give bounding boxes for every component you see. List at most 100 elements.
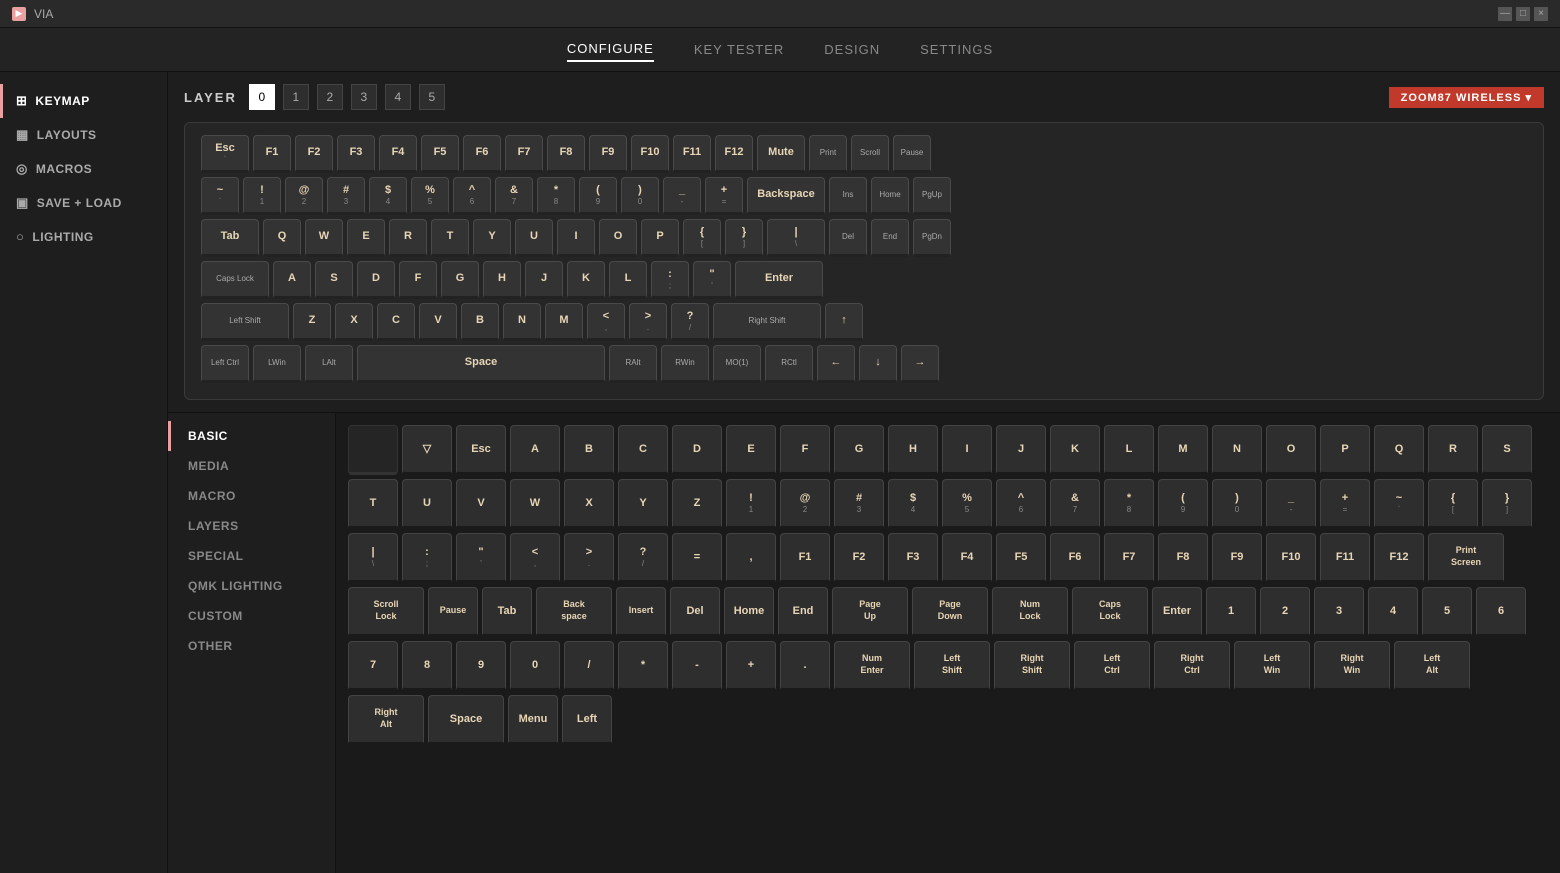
key-t[interactable]: T — [431, 219, 469, 257]
key-lwin[interactable]: LWin — [253, 345, 301, 383]
kc-end[interactable]: End — [778, 587, 828, 637]
kc-num-lock[interactable]: NumLock — [992, 587, 1068, 637]
key-mo1[interactable]: MO(1) — [713, 345, 761, 383]
key-rwin[interactable]: RWin — [661, 345, 709, 383]
key-e[interactable]: E — [347, 219, 385, 257]
kc-pause[interactable]: Pause — [428, 587, 478, 637]
kc-c[interactable]: C — [618, 425, 668, 475]
key-lalt[interactable]: LAlt — [305, 345, 353, 383]
key-f3[interactable]: F3 — [337, 135, 375, 173]
key-rbracket[interactable]: }] — [725, 219, 763, 257]
sidebar-item-keymap[interactable]: ⊞ KEYMAP — [0, 84, 167, 118]
kc-num-plus[interactable]: + — [726, 641, 776, 691]
kc-d[interactable]: D — [672, 425, 722, 475]
key-capslock[interactable]: Caps Lock — [201, 261, 269, 299]
kc-x[interactable]: X — [564, 479, 614, 529]
kc-q[interactable]: Q — [1374, 425, 1424, 475]
kc-caret[interactable]: ^6 — [996, 479, 1046, 529]
key-right-shift[interactable]: Right Shift — [713, 303, 821, 341]
key-quote[interactable]: "' — [693, 261, 731, 299]
key-del[interactable]: Del — [829, 219, 867, 257]
key-tilde[interactable]: ~` — [201, 177, 239, 215]
bottom-item-special[interactable]: SPECIAL — [168, 541, 335, 571]
kc-transparent[interactable]: ▽ — [402, 425, 452, 475]
key-left[interactable]: ← — [817, 345, 855, 383]
key-rctl[interactable]: RCtl — [765, 345, 813, 383]
kc-left-alt[interactable]: LeftAlt — [1394, 641, 1470, 691]
key-l[interactable]: L — [609, 261, 647, 299]
key-space[interactable]: Space — [357, 345, 605, 383]
key-i[interactable]: I — [557, 219, 595, 257]
key-up[interactable]: ↑ — [825, 303, 863, 341]
nav-design[interactable]: DESIGN — [824, 38, 880, 61]
key-z[interactable]: Z — [293, 303, 331, 341]
kc-percent[interactable]: %5 — [942, 479, 992, 529]
kc-question[interactable]: ?/ — [618, 533, 668, 583]
kc-equals[interactable]: = — [672, 533, 722, 583]
kc-comma[interactable]: , — [726, 533, 776, 583]
key-r[interactable]: R — [389, 219, 427, 257]
nav-configure[interactable]: CONFIGURE — [567, 37, 654, 62]
key-g[interactable]: G — [441, 261, 479, 299]
kc-b[interactable]: B — [564, 425, 614, 475]
layer-5-button[interactable]: 5 — [419, 84, 445, 110]
kc-dquote[interactable]: "' — [456, 533, 506, 583]
key-p[interactable]: P — [641, 219, 679, 257]
key-f[interactable]: F — [399, 261, 437, 299]
key-backslash[interactable]: |\ — [767, 219, 825, 257]
key-pause[interactable]: Pause — [893, 135, 931, 173]
key-comma[interactable]: <, — [587, 303, 625, 341]
kc-pipe[interactable]: |\ — [348, 533, 398, 583]
key-tab[interactable]: Tab — [201, 219, 259, 257]
kc-gt[interactable]: >. — [564, 533, 614, 583]
key-pgup[interactable]: PgUp — [913, 177, 951, 215]
key-1[interactable]: !1 — [243, 177, 281, 215]
kc-num-period[interactable]: . — [780, 641, 830, 691]
kc-tab[interactable]: Tab — [482, 587, 532, 637]
kc-page-down[interactable]: PageDown — [912, 587, 988, 637]
kc-f4[interactable]: F4 — [942, 533, 992, 583]
key-print[interactable]: Print — [809, 135, 847, 173]
key-f9[interactable]: F9 — [589, 135, 627, 173]
kc-v[interactable]: V — [456, 479, 506, 529]
key-f1[interactable]: F1 — [253, 135, 291, 173]
kc-o[interactable]: O — [1266, 425, 1316, 475]
kc-m[interactable]: M — [1158, 425, 1208, 475]
kc-w[interactable]: W — [510, 479, 560, 529]
kc-menu[interactable]: Menu — [508, 695, 558, 745]
kc-page-up[interactable]: PageUp — [832, 587, 908, 637]
sidebar-item-layouts[interactable]: ▦ LAYOUTS — [0, 118, 167, 152]
key-esc[interactable]: Esc` — [201, 135, 249, 173]
layer-4-button[interactable]: 4 — [385, 84, 411, 110]
key-s[interactable]: S — [315, 261, 353, 299]
key-k[interactable]: K — [567, 261, 605, 299]
minimize-button[interactable]: — — [1498, 7, 1512, 21]
key-f5[interactable]: F5 — [421, 135, 459, 173]
key-lbracket[interactable]: {[ — [683, 219, 721, 257]
kc-tilde[interactable]: ~` — [1374, 479, 1424, 529]
key-5[interactable]: %5 — [411, 177, 449, 215]
key-right[interactable]: → — [901, 345, 939, 383]
kc-f5[interactable]: F5 — [996, 533, 1046, 583]
close-button[interactable]: × — [1534, 7, 1548, 21]
kc-i[interactable]: I — [942, 425, 992, 475]
key-minus[interactable]: _- — [663, 177, 701, 215]
kc-left-win[interactable]: LeftWin — [1234, 641, 1310, 691]
kc-n[interactable]: N — [1212, 425, 1262, 475]
key-d[interactable]: D — [357, 261, 395, 299]
kc-u[interactable]: U — [402, 479, 452, 529]
layer-1-button[interactable]: 1 — [283, 84, 309, 110]
key-end[interactable]: End — [871, 219, 909, 257]
kc-right-alt[interactable]: RightAlt — [348, 695, 424, 745]
kc-l[interactable]: L — [1104, 425, 1154, 475]
bottom-item-basic[interactable]: BASIC — [168, 421, 335, 451]
key-n[interactable]: N — [503, 303, 541, 341]
kc-num6[interactable]: 6 — [1476, 587, 1526, 637]
kc-num9[interactable]: 9 — [456, 641, 506, 691]
layer-0-button[interactable]: 0 — [249, 84, 275, 110]
key-semicolon[interactable]: :; — [651, 261, 689, 299]
kc-at[interactable]: @2 — [780, 479, 830, 529]
key-slash[interactable]: ?/ — [671, 303, 709, 341]
kc-insert[interactable]: Insert — [616, 587, 666, 637]
kc-g[interactable]: G — [834, 425, 884, 475]
